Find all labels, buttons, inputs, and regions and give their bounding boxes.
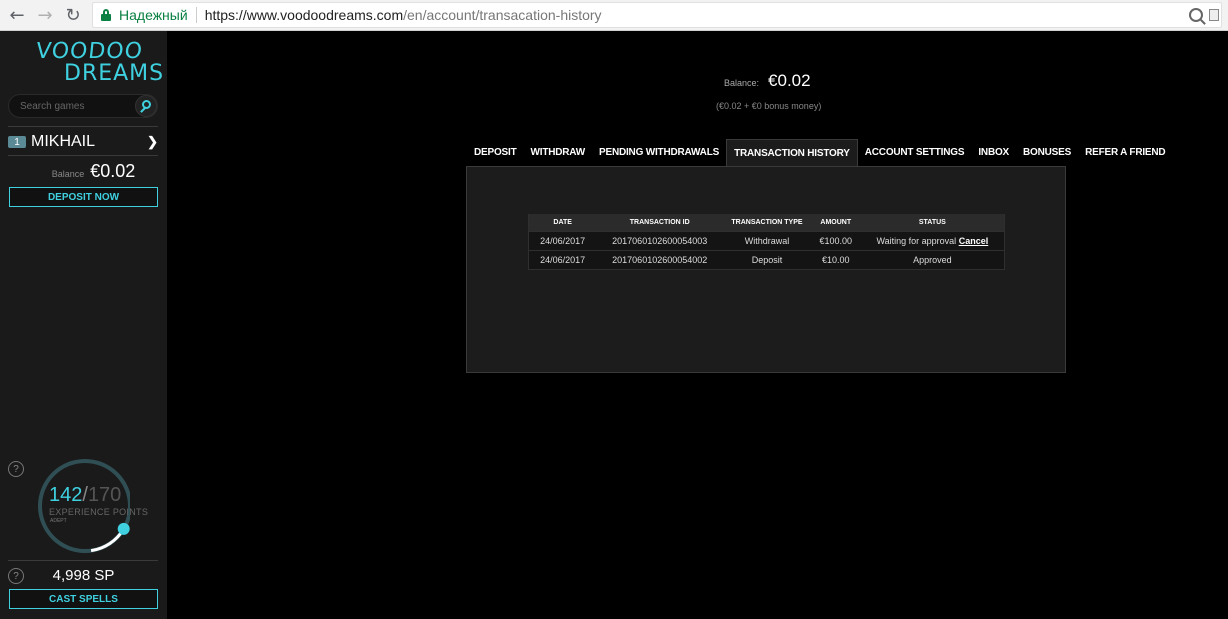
transaction-history-panel: DATE TRANSACTION ID TRANSACTION TYPE AMO… (466, 166, 1066, 373)
search-button[interactable] (135, 95, 157, 117)
cell-transaction-id: 2017060102600054002 (596, 249, 724, 270)
cancel-link[interactable]: Cancel (959, 236, 989, 246)
xp-current: 142 (49, 484, 83, 506)
tab-transaction-history[interactable]: TRANSACTION HISTORY (726, 139, 858, 167)
account-tabs: DEPOSIT WITHDRAW PENDING WITHDRAWALS TRA… (467, 139, 1172, 167)
cell-transaction-id: 2017060102600054003 (596, 230, 724, 250)
cell-date: 24/06/2017 (528, 249, 597, 270)
cell-type: Deposit (723, 249, 811, 270)
balance-value: €0.02 (768, 71, 811, 90)
address-divider (195, 7, 197, 23)
xp-label: EXPERIENCE POINTS (49, 507, 149, 517)
tab-refer-a-friend[interactable]: REFER A FRIEND (1078, 139, 1172, 166)
secure-label: Надежный (119, 7, 188, 23)
search-box (8, 94, 158, 118)
xp-progress-knob (117, 522, 130, 535)
col-transaction-type: TRANSACTION TYPE (723, 214, 811, 231)
balance-label: Balance (51, 169, 85, 179)
voodoo-dreams-logo[interactable]: VOODOO DREAMS (35, 39, 163, 89)
balance-row: Balance: €0.02 (724, 71, 811, 91)
table-row: 24/06/2017 2017060102600054003 Withdrawa… (528, 230, 1005, 250)
balance-breakdown: (€0.02 + €0 bonus money) (716, 101, 822, 111)
tab-deposit[interactable]: DEPOSIT (467, 139, 524, 166)
balance-value: €0.02 (90, 161, 136, 181)
col-transaction-id: TRANSACTION ID (596, 214, 724, 231)
transaction-table: DATE TRANSACTION ID TRANSACTION TYPE AMO… (528, 214, 1005, 270)
tab-account-settings[interactable]: ACCOUNT SETTINGS (858, 139, 972, 166)
col-amount: AMOUNT (810, 214, 861, 231)
tab-bonuses[interactable]: BONUSES (1016, 139, 1078, 166)
browser-toolbar: ← → ↻ Надежный https://www.voodoodreams.… (0, 0, 1228, 31)
status-text: Waiting for approval (876, 235, 957, 246)
divider (8, 560, 158, 561)
sidebar-balance: Balance €0.02 (0, 161, 167, 185)
url-path: /en/account/transacation-history (403, 7, 602, 23)
tab-pending-withdrawals[interactable]: PENDING WITHDRAWALS (592, 139, 726, 166)
xp-max: 170 (87, 484, 122, 506)
table-header-row: DATE TRANSACTION ID TRANSACTION TYPE AMO… (528, 214, 1005, 231)
url-host: https://www.voodoodreams.com (204, 7, 404, 23)
cell-amount: €100.00 (810, 230, 861, 250)
divider (8, 126, 158, 127)
address-bar[interactable]: Надежный https://www.voodoodreams.com/en… (92, 2, 1222, 28)
chevron-right-icon: ❯ (147, 134, 158, 149)
cell-type: Withdrawal (723, 230, 811, 250)
tab-inbox[interactable]: INBOX (971, 139, 1016, 166)
deposit-now-button[interactable]: DEPOSIT NOW (9, 187, 158, 207)
zoom-icon[interactable] (1189, 8, 1203, 22)
xp-counter: 142/170 (49, 484, 121, 507)
search-input[interactable] (9, 95, 129, 117)
cell-status: Waiting for approval Cancel (860, 230, 1005, 250)
table-row: 24/06/2017 2017060102600054002 Deposit €… (528, 249, 1005, 270)
status-text: Approved (913, 254, 952, 265)
spell-points-value: 4,998 SP (52, 567, 115, 584)
reload-icon[interactable]: ↻ (62, 4, 84, 26)
username: MIKHAIL (31, 133, 96, 150)
cell-status: Approved (860, 249, 1005, 270)
user-profile-link[interactable]: 1 MIKHAIL ❯ (8, 132, 158, 152)
forward-arrow-icon[interactable]: → (34, 4, 56, 26)
balance-label: Balance: (724, 78, 760, 88)
level-badge: 1 (8, 136, 26, 148)
cell-date: 24/06/2017 (528, 230, 597, 250)
col-status: STATUS (860, 214, 1005, 231)
tab-withdraw[interactable]: WITHDRAW (524, 139, 593, 166)
extension-icon[interactable] (1209, 9, 1219, 21)
col-date: DATE (528, 214, 597, 231)
main-content: Balance: €0.02 (€0.02 + €0 bonus money) … (167, 31, 1228, 619)
lock-icon (101, 9, 111, 21)
back-arrow-icon[interactable]: ← (6, 4, 28, 26)
cast-spells-button[interactable]: CAST SPELLS (9, 589, 158, 609)
divider (8, 155, 158, 156)
cell-amount: €10.00 (810, 249, 861, 270)
sidebar: VOODOO DREAMS 1 MIKHAIL ❯ Balance €0.02 … (0, 31, 167, 619)
xp-rank: ADEPT (50, 518, 67, 524)
xp-help-icon[interactable]: ? (8, 461, 24, 477)
